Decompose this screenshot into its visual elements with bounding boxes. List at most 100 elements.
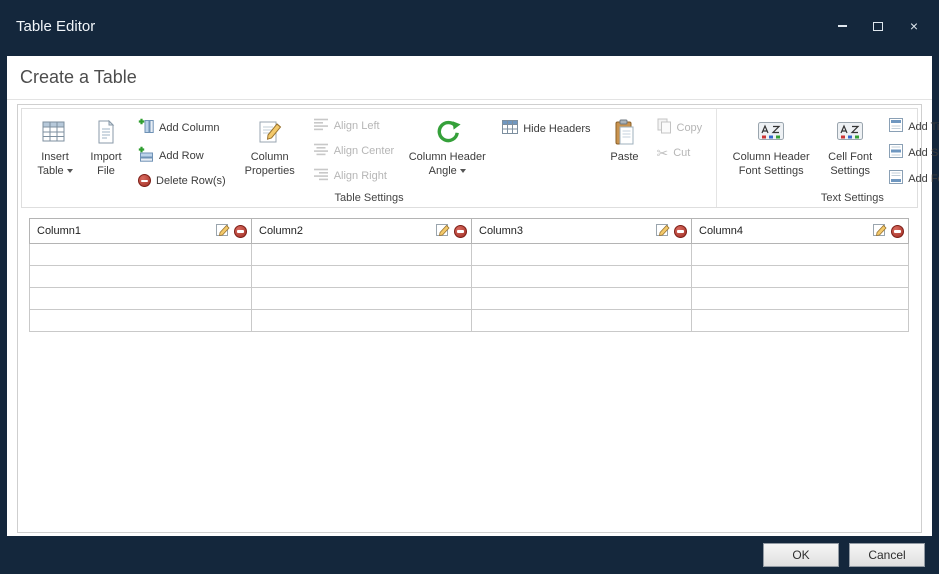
insert-table-button[interactable]: Insert Table — [30, 114, 80, 181]
table-cell[interactable] — [252, 310, 472, 332]
minimize-button[interactable] — [827, 14, 857, 38]
table-cell[interactable] — [252, 288, 472, 310]
delete-column-icon[interactable] — [234, 225, 247, 238]
table-cell[interactable] — [692, 310, 909, 332]
ribbon-group-text-settings: Column Header Font Settings Cell — [717, 109, 939, 207]
add-row-icon — [138, 146, 154, 165]
add-column-button[interactable]: Add Column — [138, 118, 226, 137]
column-name: Column3 — [479, 225, 652, 237]
add-title-icon — [889, 118, 903, 135]
add-footer-icon — [889, 170, 903, 187]
column-name: Column1 — [37, 225, 212, 237]
close-icon: × — [910, 19, 918, 33]
dropdown-caret-icon — [460, 169, 466, 173]
align-left-button[interactable]: Align Left — [314, 118, 395, 134]
cut-button[interactable]: ✂ Cut — [657, 146, 703, 160]
dropdown-caret-icon — [67, 169, 73, 173]
insert-table-label: Insert Table — [37, 151, 68, 177]
column-header-angle-icon — [434, 116, 461, 148]
cell-font-settings-button[interactable]: Cell Font Settings — [821, 114, 879, 181]
delete-column-icon[interactable] — [454, 225, 467, 238]
copy-label: Copy — [677, 122, 703, 134]
group-label-table-settings: Table Settings — [22, 192, 716, 204]
delete-column-icon[interactable] — [674, 225, 687, 238]
column-header-angle-button[interactable]: Column Header Angle — [404, 114, 490, 181]
align-left-icon — [314, 118, 329, 134]
edit-column-icon[interactable] — [216, 223, 230, 240]
add-title-label: Add Title — [908, 121, 939, 133]
table-cell[interactable] — [692, 266, 909, 288]
header-row: Column1 Column2 Column3 — [30, 219, 909, 244]
table-cell[interactable] — [30, 310, 252, 332]
table-cell[interactable] — [472, 310, 692, 332]
import-file-button[interactable]: Import File — [84, 114, 128, 181]
column-header-font-settings-label: Column Header Font Settings — [727, 150, 815, 179]
table-cell[interactable] — [252, 266, 472, 288]
table-row — [30, 310, 909, 332]
align-stack: Align Left Align Center — [314, 118, 395, 184]
window-title: Table Editor — [16, 18, 95, 35]
delete-rows-icon — [138, 174, 151, 187]
window: { "window": { "title": "Table Editor", "… — [0, 0, 939, 574]
delete-rows-button[interactable]: Delete Row(s) — [138, 174, 226, 187]
add-row-button[interactable]: Add Row — [138, 146, 226, 165]
cut-icon: ✂ — [657, 146, 669, 160]
table-cell[interactable] — [472, 266, 692, 288]
table-cell[interactable] — [472, 288, 692, 310]
align-right-button[interactable]: Align Right — [314, 168, 395, 184]
titles-stack: Add Title Add Sub Title — [889, 118, 939, 187]
column-header-angle-label: Column Header Angle — [409, 151, 486, 177]
add-sub-title-label: Add Sub Title — [908, 147, 939, 159]
table-cell[interactable] — [30, 266, 252, 288]
delete-column-icon[interactable] — [891, 225, 904, 238]
selected-cell[interactable] — [30, 244, 252, 266]
maximize-button[interactable] — [863, 14, 893, 38]
add-title-button[interactable]: Add Title — [889, 118, 939, 135]
align-right-label: Align Right — [334, 170, 387, 182]
paste-icon — [615, 116, 635, 148]
column-name: Column4 — [699, 225, 869, 237]
align-center-button[interactable]: Align Center — [314, 143, 395, 159]
table-row — [30, 244, 909, 266]
close-button[interactable]: × — [899, 14, 929, 38]
table-cell[interactable] — [252, 244, 472, 266]
align-left-label: Align Left — [334, 120, 380, 132]
edit-column-icon[interactable] — [656, 223, 670, 240]
group-label-text-settings: Text Settings — [717, 192, 939, 204]
column-header[interactable]: Column1 — [30, 219, 252, 244]
column-header[interactable]: Column2 — [252, 219, 472, 244]
table-cell[interactable] — [692, 244, 909, 266]
ribbon: Insert Table Import File — [21, 108, 918, 208]
ok-button[interactable]: OK — [763, 543, 839, 567]
column-header[interactable]: Column4 — [692, 219, 909, 244]
minimize-icon — [838, 25, 847, 27]
add-footer-button[interactable]: Add Footer — [889, 170, 939, 187]
paste-button[interactable]: Paste — [603, 114, 647, 166]
edit-column-icon[interactable] — [436, 223, 450, 240]
copy-icon — [657, 118, 672, 137]
content-area: Create a Table — [7, 56, 932, 536]
cell-font-settings-icon — [837, 116, 863, 148]
copy-button[interactable]: Copy — [657, 118, 703, 137]
add-sub-title-button[interactable]: Add Sub Title — [889, 144, 939, 161]
add-sub-title-icon — [889, 144, 903, 161]
add-footer-label: Add Footer — [908, 173, 939, 185]
paste-label: Paste — [610, 150, 638, 164]
table-cell[interactable] — [692, 288, 909, 310]
column-properties-button[interactable]: Column Properties — [236, 114, 304, 181]
table-row — [30, 266, 909, 288]
column-properties-icon — [258, 116, 282, 148]
hide-headers-button[interactable]: Hide Headers — [502, 120, 590, 137]
delete-rows-label: Delete Row(s) — [156, 175, 226, 187]
column-header-font-settings-button[interactable]: Column Header Font Settings — [725, 114, 817, 181]
edit-column-icon[interactable] — [873, 223, 887, 240]
column-header[interactable]: Column3 — [472, 219, 692, 244]
titlebar: Table Editor × — [0, 0, 939, 56]
hide-headers-icon — [502, 120, 518, 137]
table-cell[interactable] — [472, 244, 692, 266]
cancel-button[interactable]: Cancel — [849, 543, 925, 567]
table-cell[interactable] — [30, 288, 252, 310]
import-file-icon — [96, 116, 116, 148]
table-wrap: Column1 Column2 Column3 — [29, 218, 910, 332]
add-row-label: Add Row — [159, 150, 204, 162]
